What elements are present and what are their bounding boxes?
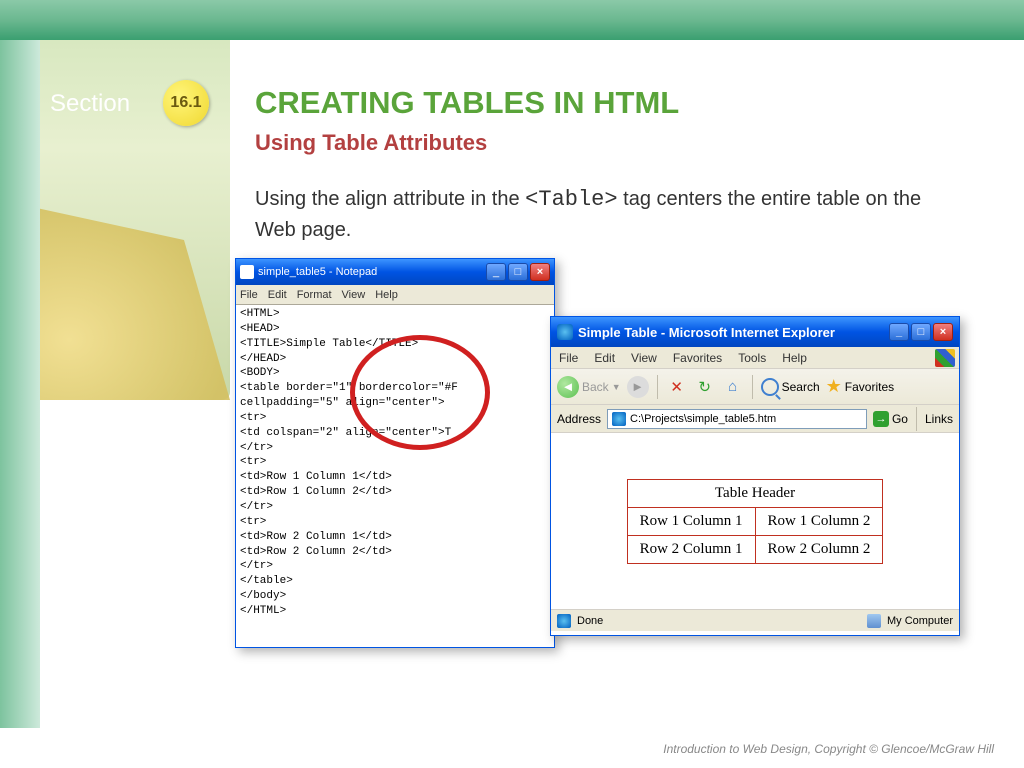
favorites-label: Favorites [845, 380, 894, 394]
back-arrow-icon: ◄ [557, 376, 579, 398]
favorites-button[interactable]: ★ Favorites [826, 376, 895, 397]
menu-edit[interactable]: Edit [268, 289, 287, 301]
menu-format[interactable]: Format [297, 289, 332, 301]
back-label: Back [582, 380, 609, 394]
section-number-badge: 16.1 [163, 80, 209, 126]
ie-address-bar: Address C:\Projects\simple_table5.htm → … [551, 405, 959, 433]
notepad-icon [240, 265, 254, 279]
ie-menu-edit[interactable]: Edit [594, 351, 615, 365]
menu-view[interactable]: View [342, 289, 366, 301]
pp-numbers: 420-424 [913, 60, 994, 85]
top-strip [0, 0, 1024, 40]
status-page-icon [557, 614, 571, 628]
status-done: Done [577, 615, 603, 627]
ie-close-button[interactable]: × [933, 323, 953, 341]
ie-page-content: Table Header Row 1 Column 1 Row 1 Column… [551, 433, 959, 609]
page-icon [612, 412, 626, 426]
menu-help[interactable]: Help [375, 289, 398, 301]
search-button[interactable]: Search [761, 378, 820, 396]
table-cell: Row 1 Column 1 [627, 507, 755, 535]
table-cell: Row 1 Column 2 [755, 507, 883, 535]
ie-menubar: File Edit View Favorites Tools Help [551, 347, 959, 369]
address-separator [916, 407, 917, 431]
body-code-inline: <Table> [525, 187, 617, 212]
ie-icon [557, 324, 573, 340]
toolbar-separator [657, 375, 658, 399]
ie-title: Simple Table - Microsoft Internet Explor… [578, 325, 889, 340]
ie-menu-view[interactable]: View [631, 351, 657, 365]
minimize-button[interactable]: _ [486, 263, 506, 281]
search-label: Search [782, 380, 820, 394]
table-cell: Row 2 Column 2 [755, 535, 883, 563]
ie-toolbar: ◄ Back ▼ ► ✕ ↻ ⌂ Search ★ Favorites [551, 369, 959, 405]
toolbar-separator-2 [752, 375, 753, 399]
table-row: Row 2 Column 1 Row 2 Column 2 [627, 535, 883, 563]
notepad-title: simple_table5 - Notepad [258, 266, 486, 278]
ie-menu-help[interactable]: Help [782, 351, 807, 365]
notepad-window: simple_table5 - Notepad _ □ × File Edit … [235, 258, 555, 648]
table-row: Row 1 Column 1 Row 1 Column 2 [627, 507, 883, 535]
ie-minimize-button[interactable]: _ [889, 323, 909, 341]
notepad-titlebar[interactable]: simple_table5 - Notepad _ □ × [236, 259, 554, 285]
ie-status-bar: Done My Computer [551, 609, 959, 631]
stop-button[interactable]: ✕ [666, 376, 688, 398]
sidebar-accent [0, 40, 40, 728]
address-value: C:\Projects\simple_table5.htm [630, 413, 776, 425]
footer-copyright: Introduction to Web Design, Copyright © … [663, 742, 994, 756]
address-label: Address [557, 412, 601, 426]
refresh-button[interactable]: ↻ [694, 376, 716, 398]
status-zone: My Computer [887, 615, 953, 627]
go-arrow-icon: → [873, 411, 889, 427]
close-button[interactable]: × [530, 263, 550, 281]
body-paragraph: Using the align attribute in the <Table>… [255, 185, 964, 244]
ie-menu-tools[interactable]: Tools [738, 351, 766, 365]
table-header-cell: Table Header [627, 479, 883, 507]
search-icon [761, 378, 779, 396]
ie-menu-favorites[interactable]: Favorites [673, 351, 722, 365]
ie-flag-icon [935, 349, 955, 367]
ie-titlebar[interactable]: Simple Table - Microsoft Internet Explor… [551, 317, 959, 347]
go-button[interactable]: → Go [873, 411, 908, 427]
section-label: Section [50, 90, 130, 118]
links-label[interactable]: Links [925, 412, 953, 426]
ie-maximize-button[interactable]: □ [911, 323, 931, 341]
star-icon: ★ [826, 376, 842, 397]
pp-prefix: pp. [883, 64, 908, 84]
sample-table: Table Header Row 1 Column 1 Row 1 Column… [627, 479, 884, 564]
notepad-menubar: File Edit Format View Help [236, 285, 554, 305]
notepad-content[interactable]: <HTML> <HEAD> <TITLE>Simple Table</TITLE… [236, 305, 554, 645]
my-computer-icon [867, 614, 881, 628]
menu-file[interactable]: File [240, 289, 258, 301]
back-button[interactable]: ◄ Back ▼ [557, 376, 621, 398]
ie-window: Simple Table - Microsoft Internet Explor… [550, 316, 960, 636]
maximize-button[interactable]: □ [508, 263, 528, 281]
page-title: CREATING TABLES IN HTML [255, 85, 679, 121]
home-button[interactable]: ⌂ [722, 376, 744, 398]
table-cell: Row 2 Column 1 [627, 535, 755, 563]
page-range: pp. 420-424 [883, 60, 994, 86]
body-text-1: Using the align attribute in the [255, 188, 525, 210]
ie-menu-file[interactable]: File [559, 351, 578, 365]
address-input[interactable]: C:\Projects\simple_table5.htm [607, 409, 867, 429]
page-subtitle: Using Table Attributes [255, 130, 487, 156]
go-label: Go [892, 412, 908, 426]
back-dropdown-icon: ▼ [612, 382, 621, 392]
forward-button[interactable]: ► [627, 376, 649, 398]
